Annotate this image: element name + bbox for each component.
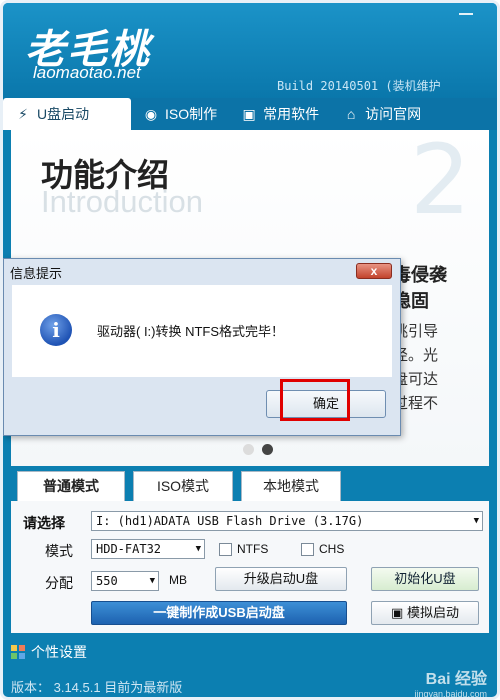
settings-grid-icon [11,645,25,659]
home-icon: ⌂ [346,106,356,122]
tab-iso-make[interactable]: ◉ ISO制作 [131,98,229,130]
chevron-down-icon: ▼ [473,516,479,526]
tab-normal-mode[interactable]: 普通模式 [17,471,125,501]
drive-select[interactable]: I: (hd1)ADATA USB Flash Drive (3.17G) ▼ [91,511,483,531]
tab-label: U盘启动 [37,106,90,122]
site-url: laomaotao.net [33,63,141,82]
slide-dot-active[interactable] [262,444,273,455]
tab-label: 常用软件 [263,106,320,122]
dialog-body: i 驱动器( I:)转换 NTFS格式完毕！ [12,285,392,377]
minimize-icon[interactable] [459,7,473,15]
chevron-down-icon: ▼ [195,544,201,554]
chs-label: CHS [319,542,345,556]
dialog-message: 驱动器( I:)转换 NTFS格式完毕！ [97,324,285,339]
version-text: 版本： 3.14.5.1 目前为最新版 [11,680,183,695]
tab-common-software[interactable]: ▣ 常用软件 [229,98,331,130]
upgrade-usb-button[interactable]: 升级启动U盘 [215,567,347,591]
disc-icon: ◉ [144,105,158,122]
box-icon: ▣ [242,105,256,122]
ntfs-label: NTFS [237,542,269,556]
usb-icon: ⚡ [18,105,28,122]
make-boot-usb-button[interactable]: 一键制作成USB启动盘 [91,601,347,625]
mode-tabs: 普通模式 ISO模式 本地模式 [11,471,489,501]
init-usb-button[interactable]: 初始化U盘 [371,567,479,591]
mode-label: 模式 [45,543,73,559]
watermark-logo: Bai 经验 [425,671,487,688]
alloc-select[interactable]: 550 ▼ [91,571,159,591]
chs-checkbox[interactable] [301,543,314,556]
dialog-title: 信息提示 [10,266,63,281]
close-icon[interactable]: x [356,263,392,279]
personal-settings[interactable]: 个性设置 [11,639,87,665]
page-number: 2 [409,124,471,236]
ntfs-checkbox[interactable] [219,543,232,556]
tab-label: ISO制作 [165,106,218,122]
tab-iso-mode[interactable]: ISO模式 [133,471,233,501]
slide-dots [243,444,273,455]
simulate-label: 模拟启动 [406,605,459,620]
simulate-boot-button[interactable]: ▣ 模拟启动 [371,601,479,625]
mode-value: HDD-FAT32 [96,542,162,556]
intro-side-heading: 毒侵袭 稳固 [393,265,447,311]
highlight-box [280,379,350,421]
alloc-unit: MB [169,573,187,587]
app-window: 老毛桃 laomaotao.net Build 20140501 (装机维护 ⚡… [0,0,500,700]
intro-side-text: 挑引导 径。光 盘可达 过程不 [393,323,439,412]
tab-usb-boot[interactable]: ⚡ U盘启动 [3,98,131,130]
watermark: Bai 经验 jingyan.baidu.com [414,665,487,699]
mode-select[interactable]: HDD-FAT32 ▼ [91,539,205,559]
watermark-url: jingyan.baidu.com [414,689,487,699]
chevron-down-icon: ▼ [149,576,155,586]
intro-title-en: Introduction [41,184,203,219]
app-header: 老毛桃 laomaotao.net Build 20140501 (装机维护 [3,3,497,98]
settings-label: 个性设置 [31,644,87,660]
build-info: Build 20140501 (装机维护 [277,79,441,93]
normal-mode-panel: 请选择 I: (hd1)ADATA USB Flash Drive (3.17G… [11,501,489,633]
select-label: 请选择 [23,515,65,531]
monitor-icon: ▣ [391,605,404,620]
alloc-value: 550 [96,574,118,588]
drive-value: I: (hd1)ADATA USB Flash Drive (3.17G) [96,514,364,528]
slide-dot[interactable] [243,444,254,455]
info-icon: i [40,314,72,346]
tab-label: 访问官网 [365,106,422,122]
alloc-label: 分配 [45,575,73,591]
tab-local-mode[interactable]: 本地模式 [241,471,341,501]
